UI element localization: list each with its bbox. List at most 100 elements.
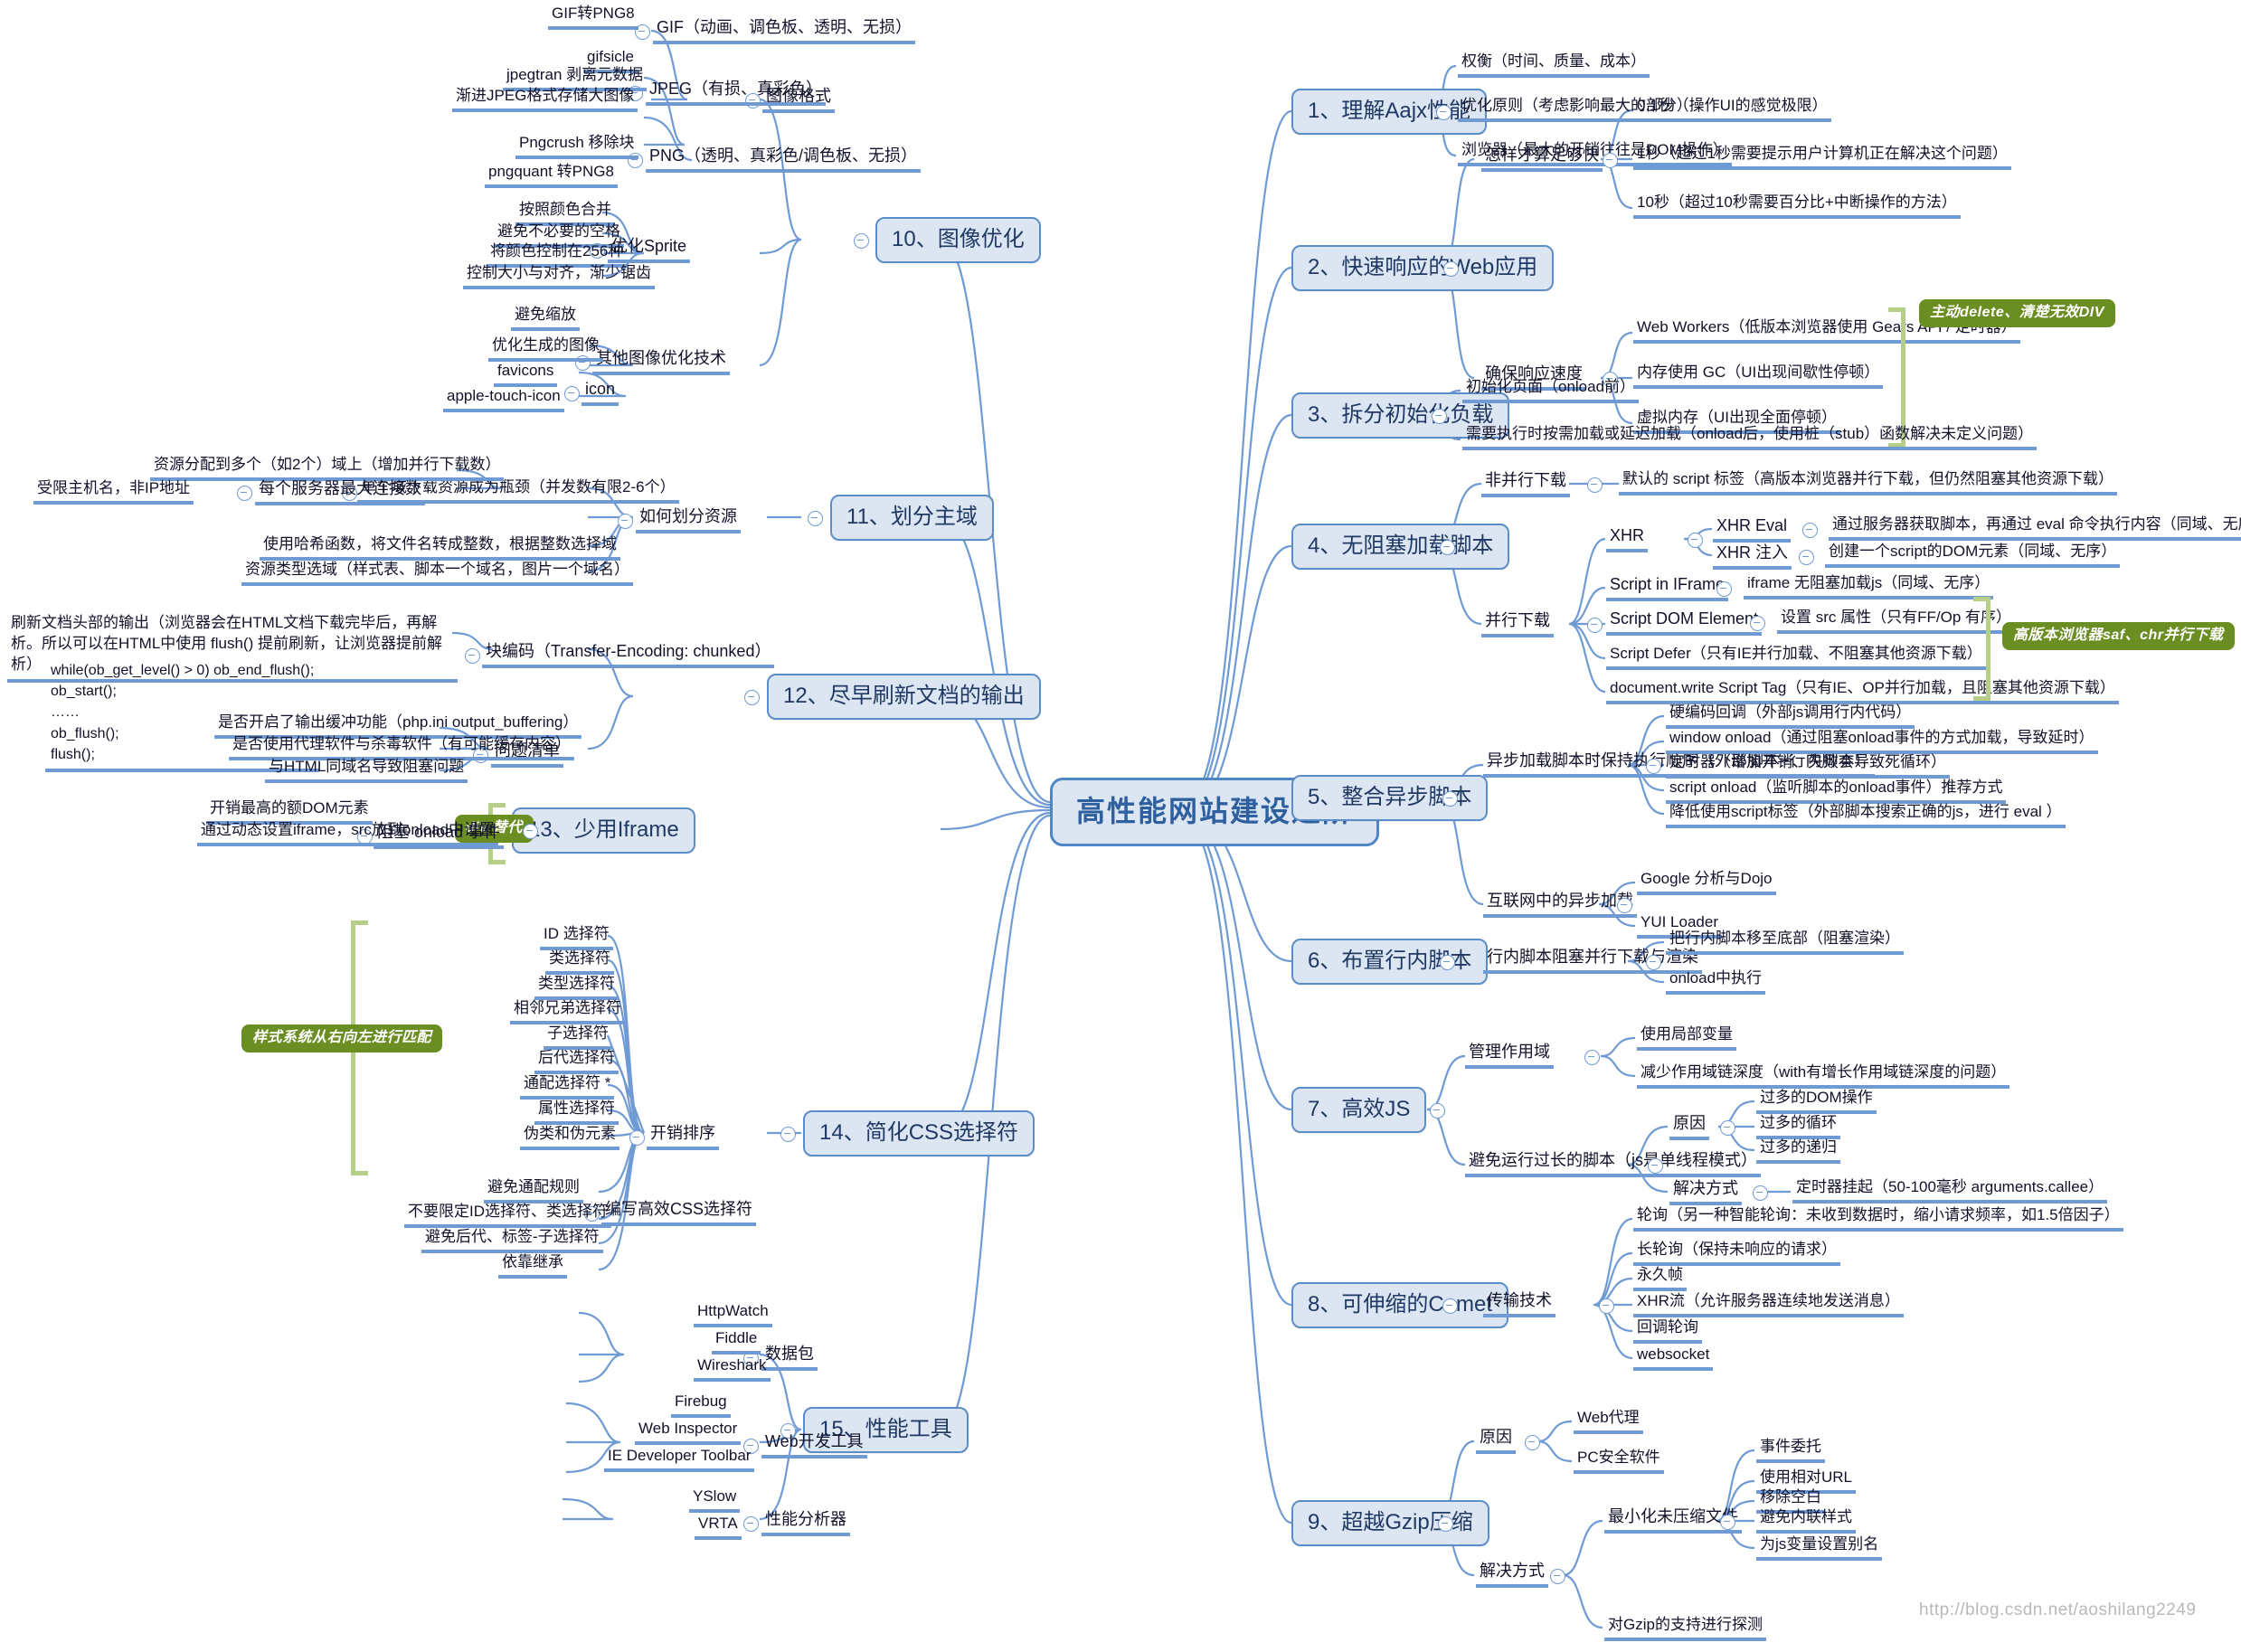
toggle-b7-cause[interactable]	[1720, 1120, 1735, 1136]
leaf-b9-minify-0[interactable]: 事件委托	[1756, 1438, 1825, 1464]
leaf-b9-minify-4[interactable]: 为js变量设置别名	[1756, 1535, 1883, 1562]
toggle-b11-maxconn[interactable]	[237, 486, 252, 501]
sub-b11-how[interactable]: 如何划分资源	[636, 507, 741, 534]
toggle-topic-3[interactable]	[1432, 409, 1447, 424]
leaf-b7-fix-0[interactable]: 定时器挂起（50-100毫秒 arguments.callee）	[1792, 1178, 2108, 1204]
leaf-b5-s1-3[interactable]: script onload（监听脚本的onload事件）推荐方式	[1666, 779, 2007, 805]
toggle-b6-sub1[interactable]	[1646, 955, 1661, 970]
leaf-b8-5[interactable]: websocket	[1633, 1345, 1714, 1372]
leaf-b9-cause-0[interactable]: Web代理	[1574, 1409, 1643, 1435]
leaf-b15-d-1[interactable]: Web Inspector	[635, 1420, 742, 1446]
leaf-b10-sprite-3[interactable]: 控制大小与对齐，渐少锯齿	[463, 264, 655, 290]
sub-b7-longscript[interactable]: 避免运行过长的脚本（js是单线程模式）	[1465, 1151, 1761, 1178]
note-b14[interactable]: 样式系统从右向左进行匹配	[241, 1024, 443, 1053]
sub-b10-icon[interactable]: icon	[582, 380, 619, 407]
sub-b2-how-fast[interactable]: 怎样才算足够快	[1481, 146, 1603, 173]
toggle-b5-sub1[interactable]	[1646, 759, 1661, 774]
leaf-b4-s1-0[interactable]: 默认的 script 标签（高版本浏览器并行下载，但仍然阻塞其他资源下载）	[1619, 470, 2118, 496]
toggle-b5-sub2[interactable]	[1617, 898, 1632, 913]
sub-b10-gif[interactable]: GIF（动画、调色板、透明、无损）	[653, 18, 915, 45]
toggle-b7-fix[interactable]	[1753, 1185, 1768, 1201]
leaf-b14-sel-8[interactable]: 伪类和伪元素	[520, 1125, 619, 1151]
topic-8[interactable]: 8、可伸缩的Comet	[1291, 1282, 1509, 1329]
sub-b9-cause[interactable]: 原因	[1476, 1428, 1516, 1455]
leaf-b12-c-2[interactable]: 与HTML同域名导致阻塞问题	[265, 758, 468, 784]
leaf-b14-sel-1[interactable]: 类选择符	[545, 949, 614, 976]
leaf-b8-4[interactable]: 回调轮询	[1633, 1318, 1702, 1345]
leaf-b10-other-0[interactable]: 避免缩放	[511, 306, 580, 332]
leaf-b4-xhr-eval-desc[interactable]: 通过服务器获取脚本，再通过 eval 命令执行内容（同域、无序）	[1829, 515, 2241, 542]
toggle-b4-sub2[interactable]	[1587, 618, 1603, 633]
leaf-b14-e-2[interactable]: 避免后代、标签-子选择符	[421, 1228, 603, 1254]
toggle-b15-profiler[interactable]	[743, 1516, 759, 1532]
toggle-b13-note[interactable]	[523, 824, 538, 839]
leaf-b11-bn-0[interactable]: 资源分配到多个（如2个）域上（增加并行下载数）	[150, 456, 505, 482]
toggle-topic-8[interactable]	[1442, 1298, 1458, 1314]
toggle-b8-sub1[interactable]	[1599, 1298, 1614, 1314]
leaf-b8-0[interactable]: 轮询（另一种智能轮询：未收到数据时，缩小请求频率，如1.5倍因子）	[1633, 1206, 2123, 1232]
leaf-b7-s1-0[interactable]: 使用局部变量	[1637, 1025, 1736, 1052]
leaf-b14-e-3[interactable]: 依靠继承	[498, 1253, 567, 1279]
leaf-b10-png-1[interactable]: pngquant 转PNG8	[485, 163, 618, 189]
leaf-b9-fix-0[interactable]: 对Gzip的支持进行探测	[1604, 1616, 1766, 1642]
toggle-b12-chunked[interactable]	[465, 648, 480, 664]
sub-b10-other[interactable]: 其他图像优化技术	[592, 349, 730, 376]
sub-b15-profiler[interactable]: 性能分析器	[761, 1510, 850, 1537]
leaf-b7-s1-1[interactable]: 减少作用域链深度（with有增长作用域链深度的问题）	[1637, 1063, 2010, 1090]
topic-11[interactable]: 11、划分主域	[830, 495, 994, 542]
topic-6[interactable]: 6、布置行内脚本	[1291, 939, 1489, 986]
leaf-b10-icon-0[interactable]: favicons	[494, 362, 558, 388]
sub-b4-parallel[interactable]: 并行下载	[1481, 611, 1554, 638]
sub-b7-fix[interactable]: 解决方式	[1669, 1179, 1742, 1206]
leaf-b3-1[interactable]: 需要执行时按需加载或延迟加载（onload后，使用桩（stub）函数解决未定义问…	[1462, 425, 2038, 451]
toggle-b4-xhr-eval[interactable]	[1802, 523, 1818, 538]
toggle-topic-1[interactable]	[1436, 105, 1451, 120]
toggle-b9-cause[interactable]	[1525, 1435, 1540, 1450]
sub-b14-order[interactable]: 开销排序	[647, 1124, 719, 1151]
leaf-b14-sel-2[interactable]: 类型选择符	[534, 975, 619, 1001]
leaf-b10-other-1[interactable]: 优化生成的图像	[488, 336, 603, 363]
sub-b4-xhr[interactable]: XHR	[1606, 526, 1649, 553]
leaf-b5-s1-2[interactable]: 定时器（增加开销、失败会导致死循环）	[1666, 753, 1950, 779]
sub-b4-nonparallel[interactable]: 非并行下载	[1481, 471, 1570, 498]
toggle-topic-5[interactable]	[1442, 791, 1458, 807]
topic-9[interactable]: 9、超越Gzip压缩	[1291, 1500, 1489, 1547]
topic-14[interactable]: 14、简化CSS选择符	[803, 1110, 1035, 1157]
leaf-b15-p-2[interactable]: Wireshark	[694, 1356, 771, 1383]
sub-b7-cause[interactable]: 原因	[1669, 1114, 1709, 1141]
topic-10[interactable]: 10、图像优化	[875, 217, 1041, 264]
leaf-b11-host[interactable]: 受限主机名，非IP地址	[33, 479, 194, 505]
toggle-b4-xhr[interactable]	[1688, 533, 1703, 548]
toggle-topic-14[interactable]	[780, 1127, 796, 1142]
sub-b5-internet[interactable]: 互联网中的异步加载	[1483, 892, 1637, 919]
toggle-topic-6[interactable]	[1440, 955, 1455, 970]
leaf-b14-sel-3[interactable]: 相邻兄弟选择符	[510, 999, 625, 1025]
leaf-b9-cause-1[interactable]: PC安全软件	[1574, 1449, 1664, 1475]
sub-b14-efficient[interactable]: 编写高效CSS选择符	[601, 1200, 757, 1227]
topic-5[interactable]: 5、整合异步脚本	[1291, 775, 1489, 822]
leaf-b10-gif-0[interactable]: GIF转PNG8	[548, 5, 638, 31]
leaf-b14-sel-5[interactable]: 后代选择符	[534, 1049, 619, 1075]
toggle-b7-sub2[interactable]	[1648, 1158, 1663, 1174]
leaf-b10-icon-1[interactable]: apple-touch-icon	[443, 387, 564, 413]
leaf-b6-1[interactable]: onload中执行	[1666, 969, 1766, 996]
sub-b8-transport[interactable]: 传输技术	[1483, 1291, 1555, 1318]
toggle-topic-11[interactable]	[808, 511, 823, 526]
sub-b4-script-dom[interactable]: Script DOM Element	[1606, 609, 1763, 637]
sub-b10-png[interactable]: PNG（透明、真彩色/调色板、无损）	[646, 146, 922, 174]
leaf-b9-minify-3[interactable]: 避免内联样式	[1756, 1508, 1856, 1534]
sub-b4-xhr-eval[interactable]: XHR Eval	[1713, 516, 1792, 543]
leaf-b11-1[interactable]: 使用哈希函数，将文件名转成整数，根据整数选择域	[260, 535, 620, 562]
leaf-b4-defer[interactable]: Script Defer（只有IE并行加载、不阻塞其他资源下载）	[1606, 645, 1986, 671]
leaf-b10-jpeg-1[interactable]: 渐进JPEG格式存储大图像	[452, 87, 638, 113]
leaf-b14-sel-0[interactable]: ID 选择符	[540, 925, 613, 951]
leaf-b11-2[interactable]: 资源类型选域（样式表、脚本一个域名，图片一个域名）	[241, 561, 633, 587]
leaf-b5-s1-1[interactable]: window onload（通过阻塞onload事件的方式加载，导致延时）	[1666, 729, 2098, 755]
leaf-b3-0[interactable]: 初始化页面（onload前）	[1462, 378, 1640, 404]
toggle-b10-icon[interactable]	[564, 386, 580, 401]
sub-b11-maxconn[interactable]: 每个服务器最大连接数	[255, 479, 425, 506]
leaf-b14-sel-7[interactable]: 属性选择符	[534, 1100, 619, 1126]
toggle-b9-minify[interactable]	[1720, 1515, 1735, 1530]
note-b2[interactable]: 主动delete、清楚无效DIV	[1919, 299, 2115, 327]
leaf-b7-cause-2[interactable]: 过多的递归	[1756, 1138, 1840, 1165]
